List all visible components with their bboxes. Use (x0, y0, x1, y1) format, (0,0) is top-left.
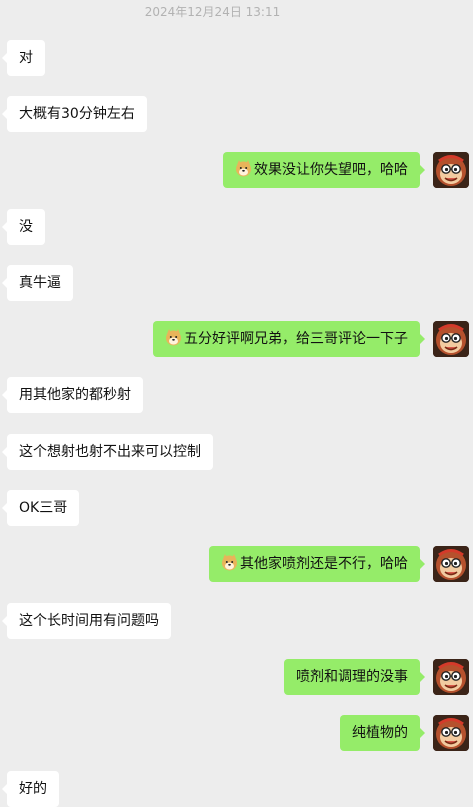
message-text: OK三哥 (19, 500, 68, 516)
message-bubble-incoming[interactable]: 这个想射也射不出来可以控制 (7, 434, 213, 470)
message-text: 没 (19, 219, 33, 235)
message-text: 喷剂和调理的没事 (296, 669, 408, 685)
message-text: 好的 (19, 781, 47, 797)
monkey-avatar-icon[interactable] (433, 659, 469, 695)
message-timestamp: 2024年12月24日 13:11 (144, 5, 281, 19)
message-bubble-outgoing[interactable]: 纯植物的 (340, 715, 420, 751)
message-bubble-incoming[interactable]: 好的 (7, 771, 59, 807)
monkey-avatar-icon[interactable] (433, 321, 469, 357)
message-bubble-outgoing[interactable]: 效果没让你失望吧，哈哈 (223, 152, 420, 188)
message-text: 纯植物的 (352, 725, 408, 741)
message-bubble-incoming[interactable]: 对 (7, 40, 45, 76)
monkey-avatar-icon[interactable] (433, 546, 469, 582)
message-bubble-incoming[interactable]: 用其他家的都秒射 (7, 377, 143, 413)
message-bubble-incoming[interactable]: 大概有30分钟左右 (7, 96, 147, 132)
message-bubble-incoming[interactable]: OK三哥 (7, 490, 80, 526)
message-bubble-incoming[interactable]: 真牛逼 (7, 265, 73, 301)
message-text: 其他家喷剂还是不行，哈哈 (240, 556, 408, 572)
message-bubble-incoming[interactable]: 这个长时间用有问题吗 (7, 603, 171, 639)
monkey-avatar-icon[interactable] (433, 715, 469, 751)
doge-emoji-icon (165, 324, 182, 346)
doge-emoji-icon (235, 155, 252, 177)
message-text: 对 (19, 50, 33, 66)
message-text: 这个想射也射不出来可以控制 (19, 444, 201, 460)
message-text: 大概有30分钟左右 (19, 106, 135, 122)
message-text: 五分好评啊兄弟，给三哥评论一下子 (184, 331, 408, 347)
message-bubble-outgoing[interactable]: 五分好评啊兄弟，给三哥评论一下子 (153, 321, 420, 357)
monkey-avatar-icon[interactable] (433, 152, 469, 188)
message-bubble-outgoing[interactable]: 喷剂和调理的没事 (284, 659, 420, 695)
message-bubble-incoming[interactable]: 没 (7, 209, 45, 245)
message-bubble-outgoing[interactable]: 其他家喷剂还是不行，哈哈 (209, 546, 420, 582)
doge-emoji-icon (221, 549, 238, 571)
message-text: 效果没让你失望吧，哈哈 (254, 162, 408, 178)
message-text: 真牛逼 (19, 275, 61, 291)
message-text: 用其他家的都秒射 (19, 387, 131, 403)
message-text: 这个长时间用有问题吗 (19, 613, 159, 629)
